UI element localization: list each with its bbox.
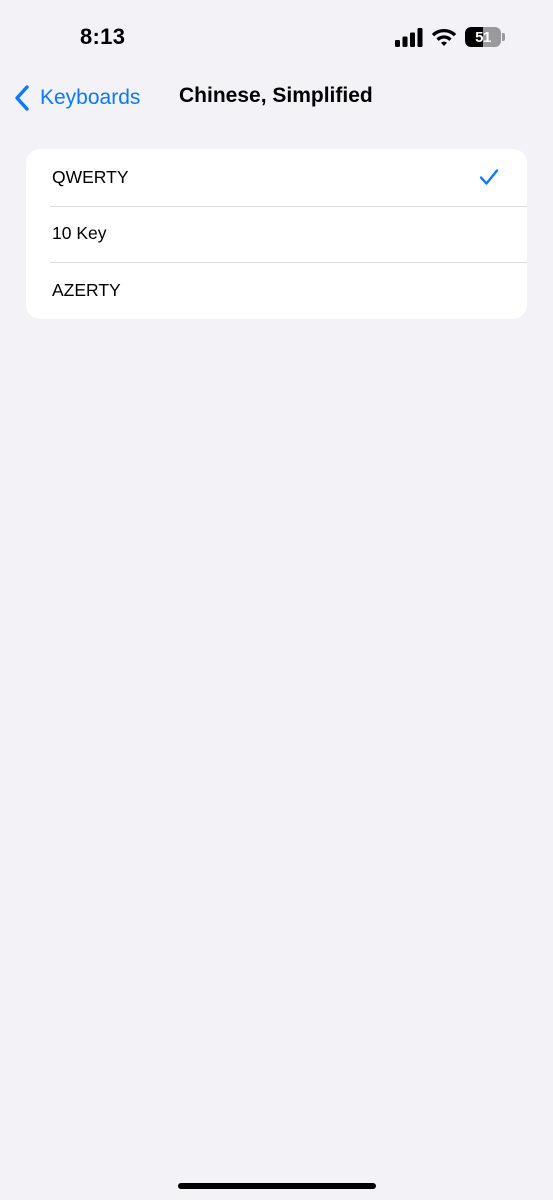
layout-option-label: QWERTY <box>52 166 129 187</box>
battery-icon: 51 <box>465 26 505 48</box>
layout-option-row[interactable]: AZERTY <box>26 262 527 319</box>
battery-cap <box>502 33 505 41</box>
back-button[interactable]: Keyboards <box>14 82 140 114</box>
home-indicator[interactable] <box>178 1183 376 1189</box>
status-bar: 8:13 51 <box>0 0 553 76</box>
settings-screen: 8:13 51 Keyboards Chinese, Simplified QW… <box>0 0 553 1200</box>
layout-option-row[interactable]: 10 Key <box>26 205 527 263</box>
battery-body: 51 <box>465 27 501 47</box>
layout-option-label: AZERTY <box>52 279 121 300</box>
status-icons: 51 <box>395 25 505 49</box>
battery-level: 51 <box>475 28 491 46</box>
chevron-left-icon <box>15 85 29 111</box>
navigation-bar: Keyboards Chinese, Simplified <box>0 76 553 120</box>
layout-option-label: 10 Key <box>52 223 107 244</box>
back-button-label: Keyboards <box>40 86 141 109</box>
layout-option-row[interactable]: QWERTY <box>26 149 527 206</box>
wifi-icon <box>431 29 457 46</box>
page-title: Chinese, Simplified <box>179 84 373 107</box>
status-time: 8:13 <box>80 24 126 49</box>
checkmark-icon <box>479 169 499 185</box>
cellular-signal-icon <box>395 27 423 47</box>
keyboard-layout-list: QWERTY 10 Key AZERTY <box>26 149 527 319</box>
